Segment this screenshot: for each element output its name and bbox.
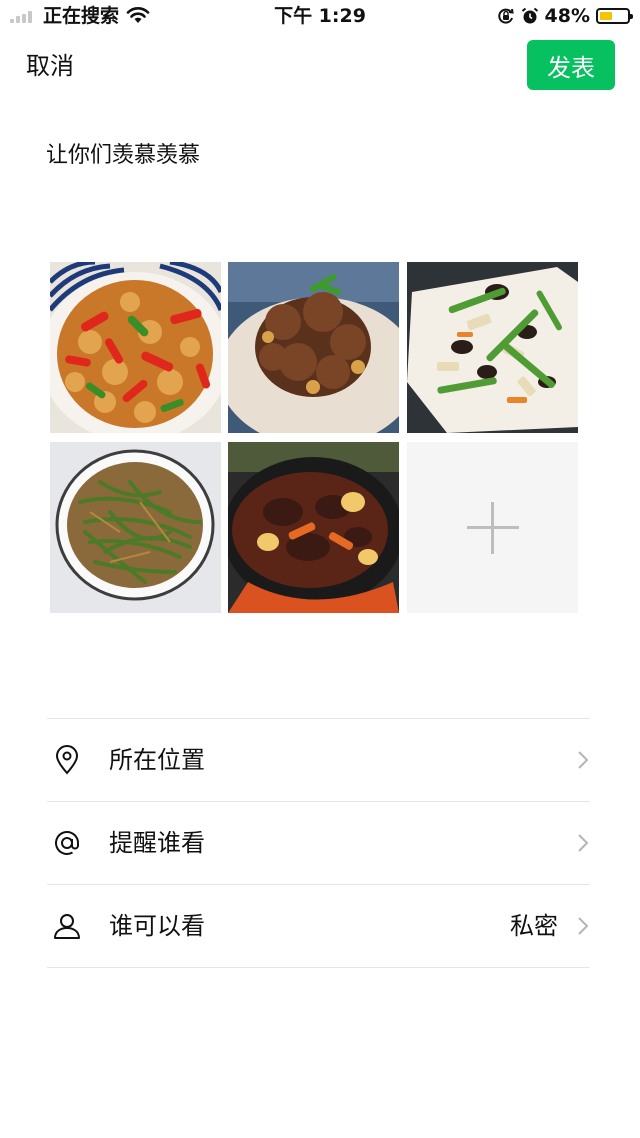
- photo-stew-pot[interactable]: [228, 442, 399, 613]
- cancel-button[interactable]: 取消: [26, 50, 74, 82]
- battery-icon: [596, 8, 633, 24]
- option-value: 私密: [510, 912, 558, 940]
- battery-level-fill: [600, 12, 613, 20]
- photo-green-beans[interactable]: [50, 442, 221, 613]
- photo-stir-fry-vegetables[interactable]: [407, 262, 578, 433]
- divider: [47, 967, 590, 968]
- option-label: 所在位置: [109, 746, 205, 774]
- option-label: 谁可以看: [109, 912, 205, 940]
- photo-braised-meat[interactable]: [228, 262, 399, 433]
- option-mention[interactable]: 提醒谁看: [47, 802, 590, 884]
- photo-spicy-chicken[interactable]: [50, 262, 221, 433]
- post-text-input[interactable]: 让你们羡慕羡慕: [46, 140, 200, 172]
- chevron-right-icon: [578, 917, 589, 935]
- chevron-right-icon: [578, 751, 589, 769]
- publish-button[interactable]: 发表: [527, 40, 615, 90]
- chevron-right-icon: [578, 834, 589, 852]
- option-location[interactable]: 所在位置: [47, 719, 590, 801]
- photo-grid: [50, 262, 578, 614]
- at-sign-icon: [55, 831, 79, 855]
- location-pin-icon: [55, 745, 79, 775]
- option-label: 提醒谁看: [109, 829, 205, 857]
- person-icon: [54, 914, 80, 939]
- option-visibility[interactable]: 谁可以看 私密: [47, 885, 590, 967]
- post-options-list: 所在位置 提醒谁看 谁可以看 私密: [47, 718, 590, 968]
- add-photo-button[interactable]: [407, 442, 578, 613]
- status-bar: 正在搜索 下午 1:29 48%: [0, 0, 640, 34]
- alarm-icon: [521, 7, 538, 24]
- battery-percent: 48%: [544, 5, 590, 27]
- orientation-lock-icon: [497, 8, 514, 24]
